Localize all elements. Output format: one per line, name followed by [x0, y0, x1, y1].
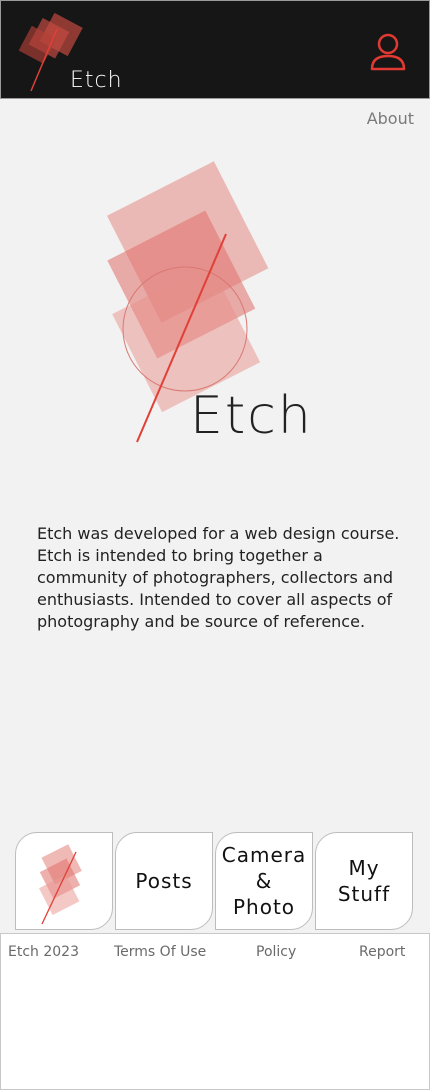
footer: Etch 2023 Terms Of Use Policy Report — [0, 933, 430, 1090]
intro-text: Etch was developed for a web design cour… — [37, 524, 400, 631]
etch-logo-icon — [39, 844, 82, 925]
nav-my-stuff-label: My Stuff — [337, 856, 391, 906]
top-bar: Etch — [0, 0, 430, 99]
app-title: Etch — [70, 68, 123, 93]
hero-title: Etch — [190, 386, 313, 446]
footer-copyright: Etch 2023 — [8, 944, 79, 960]
bottom-nav: Posts Camera & Photo My Stuff — [15, 832, 415, 932]
nav-home-tile[interactable] — [15, 832, 113, 930]
user-profile-icon[interactable] — [369, 33, 407, 73]
nav-posts-tile[interactable]: Posts — [115, 832, 213, 930]
nav-posts-label: Posts — [135, 869, 193, 893]
nav-camera-photo-tile[interactable]: Camera & Photo — [215, 832, 313, 930]
about-link[interactable]: About — [367, 109, 414, 128]
footer-terms-link[interactable]: Terms Of Use — [114, 944, 206, 960]
nav-camera-photo-label: Camera & Photo — [221, 843, 307, 919]
footer-report-link[interactable]: Report — [359, 944, 405, 960]
nav-my-stuff-tile[interactable]: My Stuff — [315, 832, 413, 930]
footer-policy-link[interactable]: Policy — [256, 944, 296, 960]
